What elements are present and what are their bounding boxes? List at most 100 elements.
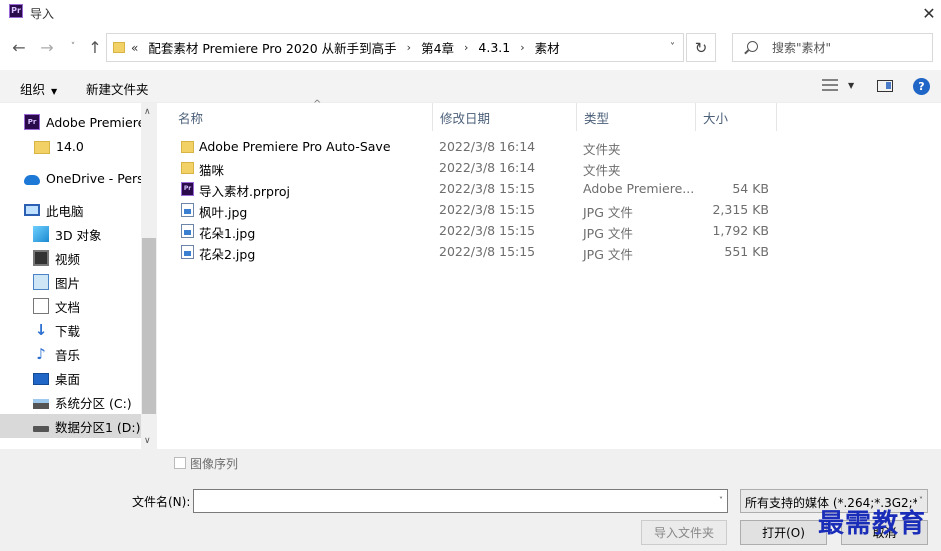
breadcrumb-separator-icon[interactable]: › (407, 41, 411, 54)
pictures-icon (33, 274, 49, 290)
breadcrumb-item[interactable]: 第4章 (421, 38, 454, 57)
table-row[interactable]: 花朵1.jpg 2022/3/8 15:15 JPG 文件 1,792 KB (157, 220, 941, 241)
image-sequence-checkbox[interactable] (174, 457, 186, 469)
filename-field[interactable]: ˅ (193, 489, 728, 513)
help-icon[interactable]: ? (913, 78, 930, 95)
sidebar-item-music[interactable]: ♪ 音乐 (0, 342, 141, 366)
breadcrumb-item[interactable]: 4.3.1 (478, 40, 510, 55)
back-button[interactable]: ← (8, 36, 30, 58)
scroll-up-icon[interactable]: ∧ (144, 107, 151, 117)
address-bar[interactable]: « 配套素材 Premiere Pro 2020 从新手到高手 › 第4章 › … (106, 33, 684, 62)
up-button[interactable]: ↑ (84, 36, 106, 58)
file-type: JPG 文件 (583, 247, 633, 262)
search-input[interactable]: 搜索"素材" (732, 33, 933, 62)
view-options-button[interactable]: ▼ (822, 79, 854, 91)
sidebar-item-label: 音乐 (55, 347, 81, 363)
column-header-type[interactable]: 类型 (577, 103, 696, 131)
navigation-scrollbar[interactable]: ∧ ∨ (141, 103, 157, 449)
column-header-label: 修改日期 (440, 110, 491, 126)
sidebar-item-desktop[interactable]: 桌面 (0, 366, 141, 390)
column-header-label: 大小 (703, 110, 729, 126)
image-file-icon (181, 224, 194, 238)
breadcrumb-separator-icon[interactable]: › (464, 41, 468, 54)
open-button[interactable]: 打开(O) (740, 520, 827, 545)
organize-button[interactable]: 组织 ▼ (20, 79, 57, 98)
navigation-pane: Pr Adobe Premiere 14.0 OneDrive - Perso … (0, 103, 157, 449)
column-header-size[interactable]: 大小 (696, 103, 777, 131)
sidebar-item-drive-c[interactable]: 系统分区 (C:) (0, 390, 141, 414)
sidebar-item-label: 系统分区 (C:) (55, 395, 132, 411)
overflow-chevron[interactable]: « (131, 41, 138, 55)
chevron-down-icon[interactable]: ˅ (670, 42, 675, 53)
file-name: 导入素材.prproj (199, 184, 290, 199)
file-date: 2022/3/8 15:15 (439, 223, 536, 238)
sidebar-item-this-pc[interactable]: 此电脑 (0, 198, 141, 222)
caret-down-icon: ▼ (51, 87, 58, 96)
import-folder-button[interactable]: 导入文件夹 (641, 520, 727, 545)
premiere-app-icon: Pr (9, 4, 23, 18)
details-view-icon (822, 79, 838, 91)
recent-locations-button[interactable]: ˅ (62, 36, 84, 58)
sidebar-item-pictures[interactable]: 图片 (0, 270, 141, 294)
sidebar-item-documents[interactable]: 文档 (0, 294, 141, 318)
folder-icon (181, 141, 194, 153)
sidebar-item-label: 下载 (55, 323, 81, 339)
drive-c-icon (33, 398, 49, 409)
column-header-date[interactable]: 修改日期 (433, 103, 577, 131)
breadcrumb-item[interactable]: 配套素材 Premiere Pro 2020 从新手到高手 (148, 38, 396, 57)
file-date: 2022/3/8 15:15 (439, 244, 536, 259)
chevron-down-icon[interactable]: ˅ (719, 496, 723, 505)
watermark-logo: 最需教育 (818, 509, 927, 539)
file-date: 2022/3/8 16:14 (439, 160, 536, 175)
premiere-icon: Pr (24, 114, 40, 130)
sidebar-item-label: 3D 对象 (55, 227, 102, 243)
table-row[interactable]: Pr 导入素材.prproj 2022/3/8 15:15 Adobe Prem… (157, 178, 941, 199)
music-icon: ♪ (36, 345, 46, 363)
close-button[interactable]: ✕ (917, 0, 941, 26)
column-header-label: 类型 (584, 110, 610, 126)
forward-button[interactable]: → (36, 36, 58, 58)
scroll-down-icon[interactable]: ∨ (144, 436, 151, 446)
sidebar-item-3d-objects[interactable]: 3D 对象 (0, 222, 141, 246)
column-header-name[interactable]: 名称 ^ (171, 99, 433, 131)
sidebar-item-adobe-premiere[interactable]: Pr Adobe Premiere (0, 110, 141, 134)
sidebar-item-videos[interactable]: 视频 (0, 246, 141, 270)
file-name: 花朵2.jpg (199, 247, 256, 262)
new-folder-button[interactable]: 新建文件夹 (86, 79, 149, 98)
table-row[interactable]: 猫咪 2022/3/8 16:14 文件夹 (157, 157, 941, 178)
refresh-button[interactable]: ↻ (686, 33, 716, 62)
column-header-label: 名称 (178, 110, 204, 126)
table-row[interactable]: 枫叶.jpg 2022/3/8 15:15 JPG 文件 2,315 KB (157, 199, 941, 220)
image-file-icon (181, 203, 194, 217)
folder-icon (181, 162, 194, 174)
preview-pane-icon[interactable] (877, 80, 893, 92)
sidebar-item-label: Adobe Premiere (46, 114, 141, 130)
breadcrumb-item[interactable]: 素材 (535, 38, 560, 57)
computer-icon (24, 204, 40, 216)
image-sequence-label: 图像序列 (190, 457, 239, 471)
file-name: 枫叶.jpg (199, 205, 248, 220)
sidebar-item-drive-d[interactable]: 数据分区1 (D:) (0, 414, 141, 438)
caret-down-icon: ▼ (848, 80, 855, 90)
file-date: 2022/3/8 16:14 (439, 139, 536, 154)
table-row[interactable]: Adobe Premiere Pro Auto-Save 2022/3/8 16… (157, 136, 941, 157)
address-row: ← → ˅ ↑ « 配套素材 Premiere Pro 2020 从新手到高手 … (0, 30, 941, 66)
image-file-icon (181, 245, 194, 259)
sidebar-item-label: 图片 (55, 275, 81, 291)
premiere-project-icon: Pr (181, 182, 194, 196)
file-type: Adobe Premiere... (583, 181, 695, 196)
breadcrumb-separator-icon[interactable]: › (520, 41, 524, 54)
sidebar-item-14-0[interactable]: 14.0 (0, 134, 141, 158)
sidebar-item-downloads[interactable]: ↓ 下载 (0, 318, 141, 342)
table-row[interactable]: 花朵2.jpg 2022/3/8 15:15 JPG 文件 551 KB (157, 241, 941, 262)
sidebar-item-onedrive[interactable]: OneDrive - Perso (0, 166, 141, 190)
file-size: 551 KB (724, 244, 769, 259)
dialog-footer: 图像序列 文件名(N): ˅ 所有支持的媒体 (*.264;*.3G2;* ˅ … (0, 449, 941, 551)
search-icon (744, 40, 758, 55)
search-placeholder: 搜索"素材" (772, 41, 832, 55)
file-date: 2022/3/8 15:15 (439, 202, 536, 217)
file-size: 2,315 KB (712, 202, 769, 217)
scrollbar-thumb[interactable] (142, 238, 156, 414)
3d-objects-icon (33, 226, 49, 242)
filename-label: 文件名(N): (132, 495, 191, 509)
